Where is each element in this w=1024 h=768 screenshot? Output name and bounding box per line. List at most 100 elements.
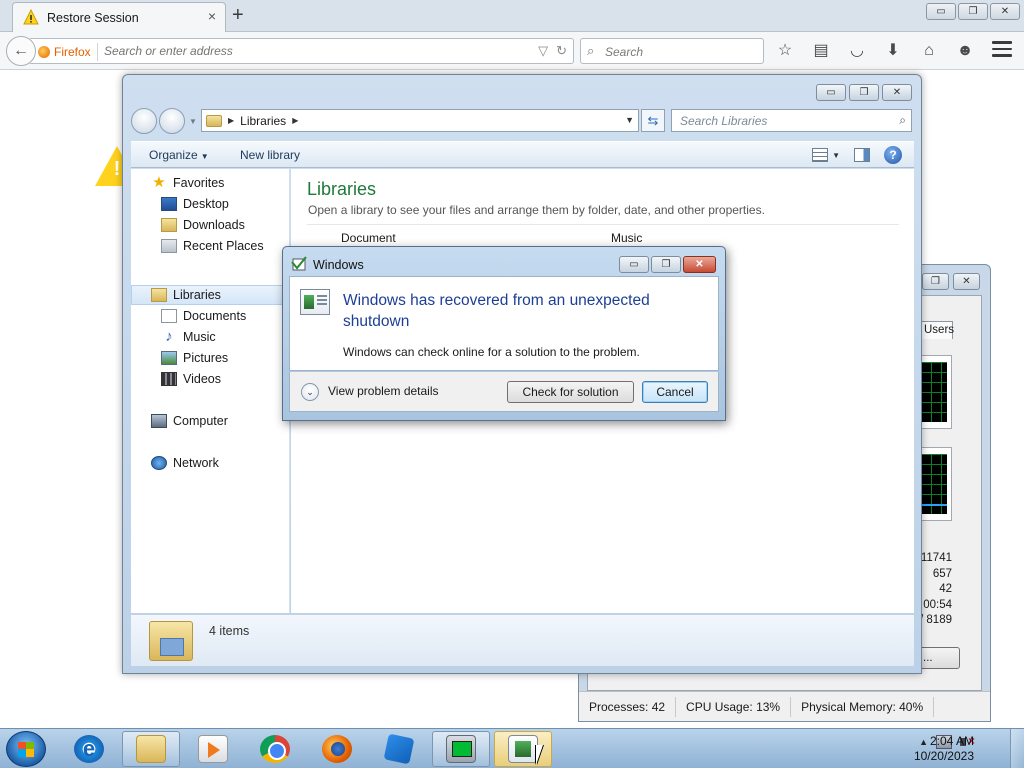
error-reporting-icon <box>508 735 538 763</box>
cancel-button[interactable]: Cancel <box>642 381 708 403</box>
chat-icon[interactable]: ☻ <box>954 40 976 62</box>
download-icon[interactable]: ⬇ <box>882 40 904 62</box>
clock[interactable]: 2:04 AM 10/20/2023 <box>896 734 974 764</box>
show-desktop-button[interactable] <box>1010 729 1024 768</box>
minimize-button[interactable]: ▭ <box>926 3 956 20</box>
desktop-icon <box>161 197 177 211</box>
url-bar[interactable]: Firefox ▽ ↻ <box>30 38 574 64</box>
chevron-down-icon[interactable]: ▼ <box>832 151 840 160</box>
taskbar-app[interactable] <box>370 731 428 767</box>
address-bar[interactable]: ▶ Libraries ▶ ▼ <box>201 109 639 132</box>
tab-users[interactable]: Users <box>919 321 954 339</box>
sidebar-item-videos[interactable]: Videos <box>161 369 221 389</box>
address-dropdown-icon[interactable]: ▼ <box>625 115 634 125</box>
identity-box[interactable]: Firefox <box>38 44 91 60</box>
forward-button[interactable] <box>159 108 185 134</box>
command-bar: Organize ▼ New library ▼ ? <box>131 141 914 168</box>
preview-pane-icon[interactable] <box>854 148 870 162</box>
restore-button[interactable]: ❐ <box>651 256 681 273</box>
expand-details-icon[interactable]: ⌄ <box>301 383 319 401</box>
taskbar-chrome[interactable] <box>246 731 304 767</box>
sidebar-item-pictures[interactable]: Pictures <box>161 348 228 368</box>
new-library-button[interactable]: New library <box>240 148 300 162</box>
firefox-window-controls: ▭ ❐ ✕ <box>926 3 1020 21</box>
sidebar-item-label: Favorites <box>173 176 225 190</box>
breadcrumb-arrow-icon[interactable]: ▶ <box>228 116 234 125</box>
dropdown-icon[interactable]: ▽ <box>538 43 548 59</box>
stat-value: 11741 <box>920 552 952 564</box>
start-button[interactable] <box>6 731 46 767</box>
physical-memory: Physical Memory: 40% <box>791 696 935 717</box>
processes-count: Processes: 42 <box>579 696 677 717</box>
tab-restore-session[interactable]: Restore Session × <box>12 2 226 32</box>
taskbar-explorer[interactable] <box>122 731 180 767</box>
library-item-music[interactable]: Music <box>611 231 642 245</box>
library-folder-icon <box>206 114 222 127</box>
taskbar: e ▲ 2:04 AM 10/20/2023 <box>0 728 1024 768</box>
sidebar-item-music[interactable]: ♪ Music <box>161 327 216 347</box>
sidebar-item-favorites[interactable]: ★ Favorites <box>151 173 224 193</box>
restore-button[interactable]: ❐ <box>958 3 988 20</box>
sidebar-item-label: Downloads <box>183 218 245 232</box>
sidebar-item-downloads[interactable]: Downloads <box>161 215 245 235</box>
taskbar-internet-explorer[interactable]: e <box>60 731 118 767</box>
pocket-icon[interactable]: ◡ <box>846 40 868 62</box>
taskbar-error-reporting[interactable] <box>494 731 552 767</box>
taskbar-task-manager[interactable] <box>432 731 490 767</box>
close-button[interactable]: ✕ <box>953 273 980 290</box>
search-box[interactable]: ⌕ Search <box>580 38 764 64</box>
breadcrumb-arrow-icon[interactable]: ▶ <box>292 116 298 125</box>
taskbar-firefox[interactable] <box>308 731 366 767</box>
close-button[interactable]: ✕ <box>990 3 1020 20</box>
sidebar-item-documents[interactable]: Documents <box>161 306 246 326</box>
sidebar-item-recent-places[interactable]: Recent Places <box>161 236 264 256</box>
tab-close-icon[interactable]: × <box>208 8 216 24</box>
organize-button[interactable]: Organize ▼ <box>149 148 209 162</box>
refresh-button[interactable]: ⇆ <box>641 109 665 132</box>
menu-icon[interactable] <box>992 41 1012 61</box>
back-button[interactable]: ← <box>6 36 36 66</box>
help-icon[interactable]: ? <box>884 146 902 164</box>
stat-value: 42 <box>939 583 952 595</box>
restore-button[interactable]: ❐ <box>849 84 879 101</box>
stat-value: 657 <box>932 567 952 580</box>
check-for-solution-button[interactable]: Check for solution <box>507 381 634 403</box>
resource-monitor-button[interactable]: ... <box>918 647 960 669</box>
reading-list-icon[interactable]: ▤ <box>810 40 832 62</box>
recovery-dialog[interactable]: Windows ▭ ❐ ✕ Windows has recovered from… <box>282 246 726 421</box>
close-button[interactable]: ✕ <box>683 256 716 273</box>
library-item-documents[interactable]: Document <box>341 231 396 245</box>
downloads-folder-icon <box>161 218 177 232</box>
url-input[interactable] <box>104 44 524 58</box>
firefox-nav-bar: Firefox ▽ ↻ ← ⌕ Search ☆ ▤ ◡ ⬇ ⌂ ☻ <box>0 32 1024 70</box>
minimize-button[interactable]: ▭ <box>816 84 846 101</box>
navigation-pane: ★ Favorites Desktop Downloads Recent Plac… <box>131 169 290 613</box>
sidebar-item-label: Computer <box>173 414 228 428</box>
view-problem-details-link[interactable]: View problem details <box>328 384 439 398</box>
sidebar-item-computer[interactable]: Computer <box>151 411 228 431</box>
sidebar-item-libraries[interactable]: Libraries <box>151 285 221 305</box>
change-view-icon[interactable] <box>812 148 829 162</box>
internet-explorer-icon: e <box>74 735 104 763</box>
close-button[interactable]: ✕ <box>882 84 912 101</box>
sidebar-item-desktop[interactable]: Desktop <box>161 194 229 214</box>
home-icon[interactable]: ⌂ <box>918 40 940 62</box>
sidebar-item-network[interactable]: Network <box>151 453 219 473</box>
star-icon[interactable]: ☆ <box>774 40 796 62</box>
sidebar-item-label: Pictures <box>183 351 229 365</box>
organize-label: Organize <box>149 148 198 162</box>
recent-pages-icon[interactable]: ▼ <box>189 117 197 126</box>
search-libraries-input[interactable]: Search Libraries ⌕ <box>671 109 912 132</box>
dialog-heading: Windows has recovered from an unexpected… <box>343 292 650 330</box>
documents-icon <box>161 309 177 323</box>
restore-button[interactable]: ❐ <box>922 273 949 290</box>
reload-icon[interactable]: ↻ <box>556 43 567 59</box>
sidebar-item-label: Music <box>183 330 216 344</box>
breadcrumb-libraries[interactable]: Libraries <box>240 114 286 128</box>
minimize-button[interactable]: ▭ <box>619 256 649 273</box>
back-button[interactable] <box>131 108 157 134</box>
explorer-nav-buttons: ▼ <box>131 108 197 134</box>
taskbar-media-player[interactable] <box>184 731 242 767</box>
videos-icon <box>161 372 177 386</box>
new-tab-button[interactable]: + <box>232 4 244 26</box>
